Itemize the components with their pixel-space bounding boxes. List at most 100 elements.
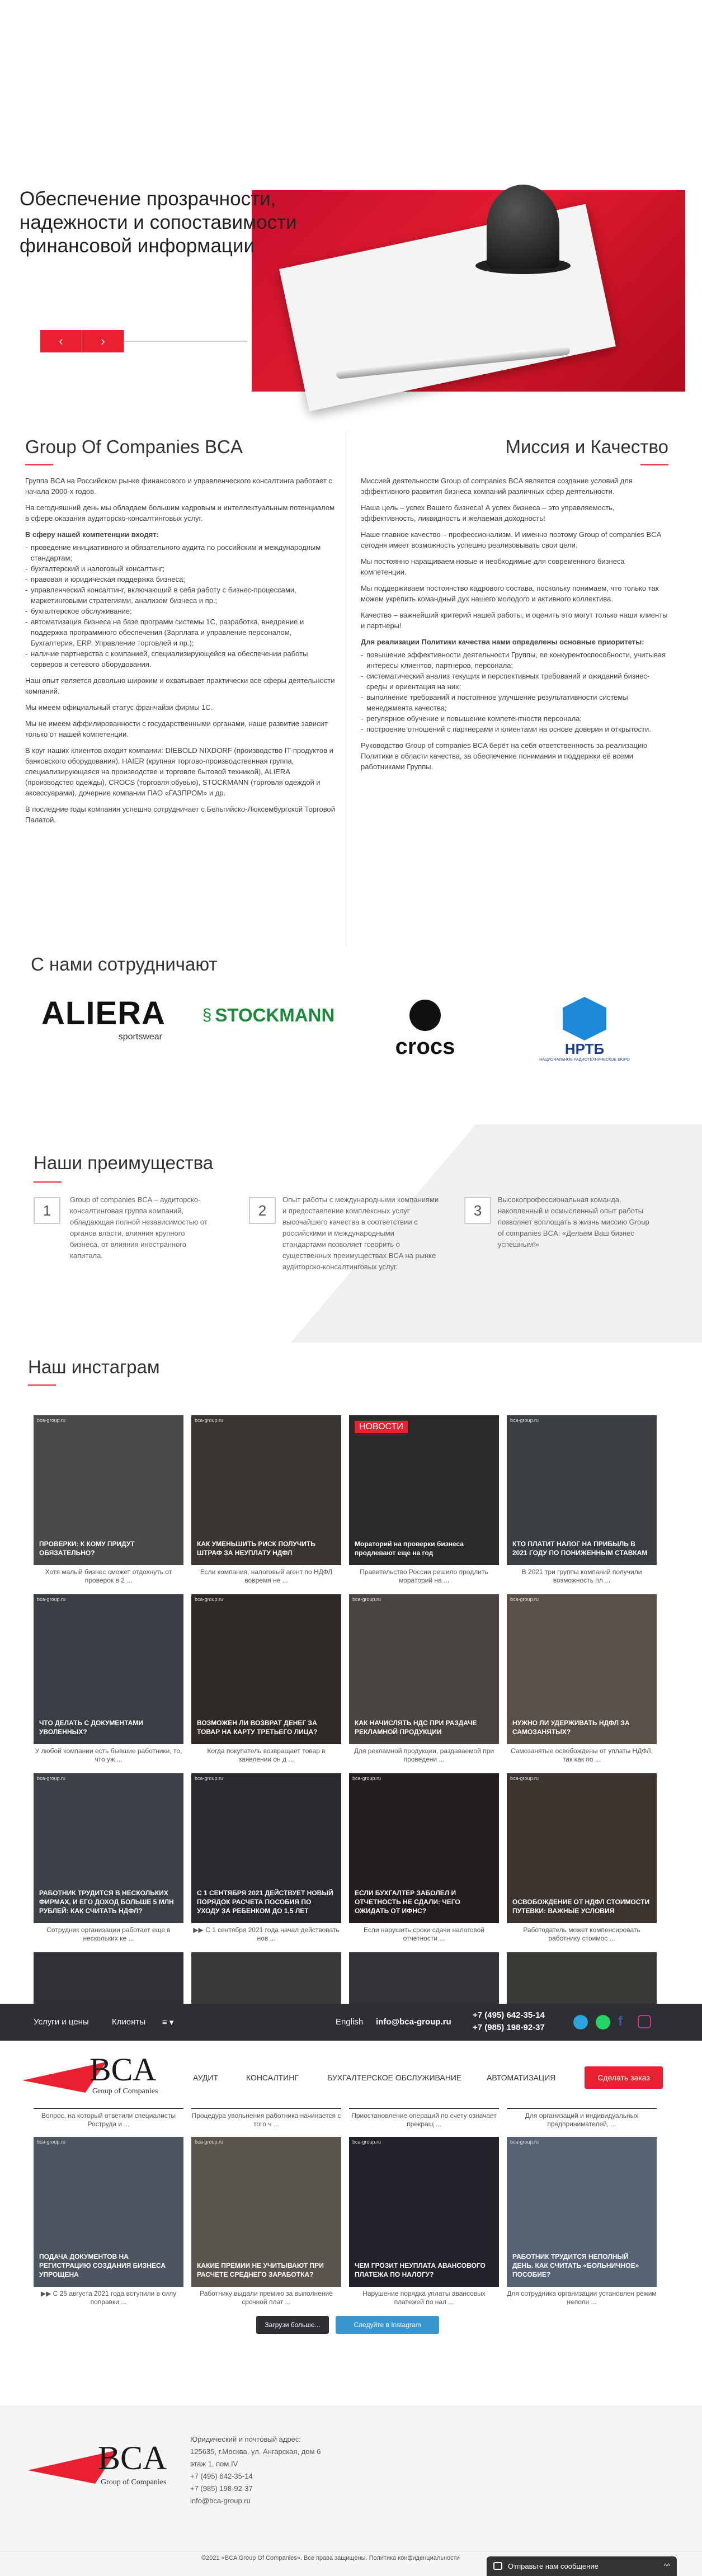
footer-logo[interactable]: BCA Group of Companies xyxy=(28,2436,179,2498)
hero-banner: Обеспечение прозрачности, надежности и с… xyxy=(0,0,702,436)
slider-next-button[interactable]: › xyxy=(82,330,124,352)
topbar-services-link[interactable]: Услуги и цены xyxy=(34,2017,89,2027)
instagram-post[interactable]: bca-group.ru ЧЕМ ГРОЗИТ НЕУПЛАТА АВАНСОВО… xyxy=(349,2137,499,2287)
nav-item-accounting[interactable]: БУХГАЛТЕРСКОЕ ОБСЛУЖИВАНИЕ xyxy=(327,2073,461,2082)
list-item: бухгалтерский и налоговый консалтинг; xyxy=(25,563,336,574)
post-caption: Когда покупатель возвращает товар в заяв… xyxy=(207,1747,326,1763)
site-logo[interactable]: BCA Group of Companies xyxy=(22,2051,168,2101)
footer-address-label: Юридический и почтовый адрес: xyxy=(190,2435,301,2443)
footer-phone2[interactable]: +7 (985) 198-92-37 xyxy=(190,2483,253,2495)
instagram-post[interactable]: НОВОСТИ Мораторий на проверки бизнеса про… xyxy=(349,1415,499,1565)
about-divider xyxy=(25,464,53,465)
partners-title: С нами сотрудничают xyxy=(31,954,218,974)
post-caption: В 2021 три группы компаний получили возм… xyxy=(521,1568,642,1584)
post-overlay-text: КАК НАЧИСЛЯТЬ НДС ПРИ РАЗДАЧЕ РЕКЛАМНОЙ … xyxy=(355,1719,477,1736)
follow-instagram-button[interactable]: Следуйте в Instagram xyxy=(336,2316,439,2334)
instagram-post[interactable]: bca-group.ru ПОДАЧА ДОКУМЕНТОВ НА РЕГИСТР… xyxy=(34,2137,183,2287)
post-caption: Приостановление операций по счету означа… xyxy=(351,2112,497,2128)
main-navigation: BCA Group of Companies АУДИТ КОНСАЛТИНГ … xyxy=(0,2041,702,2108)
partner-logo-aliera[interactable]: ALIERA sportswear xyxy=(34,990,173,1046)
stockmann-icon: § xyxy=(202,1006,212,1024)
post-caption: Если нарушить сроки сдачи налоговой отче… xyxy=(363,1926,484,1942)
partner-logo-stockmann[interactable]: § STOCKMANN xyxy=(190,996,347,1035)
nav-item-automation[interactable]: АВТОМАТИЗАЦИЯ xyxy=(487,2073,555,2082)
nrtb-logo-text: НРТБ xyxy=(564,1040,605,1057)
topbar-menu-icon[interactable]: ≡ ▾ xyxy=(162,2017,173,2027)
about-competence-title: В сферу нашей компетенции входят: xyxy=(25,530,159,539)
load-more-button[interactable]: Загрузи больше... xyxy=(256,2316,329,2334)
topbar-email[interactable]: info@bca-group.ru xyxy=(376,2017,451,2027)
footer-logo-subtitle: Group of Companies xyxy=(101,2478,167,2486)
instagram-post[interactable]: bca-group.ru РАБОТНИК ТРУДИТСЯ НЕПОЛНЫЙ Д… xyxy=(507,2137,657,2287)
about-p5: Мы не имеем аффилированности с государст… xyxy=(25,719,328,738)
post-overlay-text: КТО ПЛАТИТ НАЛОГ НА ПРИБЫЛЬ В 2021 ГОДУ … xyxy=(512,1540,648,1557)
post-caption: Вопрос, на который ответили специалисты … xyxy=(41,2112,176,2128)
instagram-post[interactable]: bca-group.ru ОСВОБОЖДЕНИЕ ОТ НДФЛ СТОИМОС… xyxy=(507,1773,657,1923)
top-bar: Услуги и цены Клиенты ≡ ▾ English info@b… xyxy=(0,2004,702,2041)
footer-phone1[interactable]: +7 (495) 642-35-14 xyxy=(190,2470,253,2483)
chat-expand-icon[interactable]: ^^ xyxy=(664,2556,670,2576)
topbar-phone2[interactable]: +7 (985) 198-92-37 xyxy=(473,2023,545,2032)
post-caption: Работнику выдали премию за выполнение ср… xyxy=(200,2290,333,2306)
language-switch[interactable]: English xyxy=(336,2017,363,2027)
post-caption: Правительство России решило продлить мор… xyxy=(360,1568,488,1584)
advantage-text-1: Group of companies BCA – аудиторско-конс… xyxy=(70,1195,208,1260)
chat-icon xyxy=(493,2562,502,2570)
facebook-icon[interactable]: f xyxy=(618,2014,623,2029)
post-caption: Сотрудник организации работает еще в нес… xyxy=(46,1926,171,1942)
instagram-post[interactable]: bca-group.ru РАБОТНИК ТРУДИТСЯ В НЕСКОЛЬК… xyxy=(34,1773,183,1923)
instagram-post[interactable]: bca-group.ru КАК НАЧИСЛЯТЬ НДС ПРИ РАЗДАЧ… xyxy=(349,1594,499,1744)
post-overlay-text: РАБОТНИК ТРУДИТСЯ В НЕСКОЛЬКИХ ФИРМАХ, И… xyxy=(39,1889,174,1915)
post-caption: Для организаций и индивидуальных предпри… xyxy=(525,2112,639,2128)
whatsapp-icon[interactable] xyxy=(596,2015,610,2029)
mission-section: Миссия и Качество Миссией деятельности G… xyxy=(361,436,668,778)
about-clients: В круг наших клиентов входит компании: D… xyxy=(25,746,333,797)
instagram-post[interactable]: bca-group.ru КТО ПЛАТИТ НАЛОГ НА ПРИБЫЛЬ … xyxy=(507,1415,657,1565)
about-p6: В последние годы компания успешно сотруд… xyxy=(25,805,335,824)
list-item: правовая и юридическая поддержка бизнеса… xyxy=(25,574,336,585)
post-caption: Хотя малый бизнес сможет отдохнуть от пр… xyxy=(45,1568,172,1584)
mission-text: Миссией деятельности Group of companies … xyxy=(361,475,668,772)
footer-address-line2: этаж 1, пом.IV xyxy=(190,2460,238,2468)
about-competence-list: проведение инициативного и обязательного… xyxy=(25,542,336,670)
aliera-logo-sub: sportswear xyxy=(118,1032,162,1042)
nav-item-consulting[interactable]: КОНСАЛТИНГ xyxy=(246,2073,299,2082)
partner-logo-crocs[interactable]: crocs xyxy=(369,993,481,1066)
footer-copyright: ©2021 «BCA Group Of Companies». Все прав… xyxy=(201,2555,460,2561)
list-item: автоматизация бизнеса на базе программ с… xyxy=(25,616,336,648)
topbar-phone1[interactable]: +7 (495) 642-35-14 xyxy=(473,2010,545,2020)
post-caption: Самозанятые освобождены от уплаты НДФЛ, … xyxy=(510,1747,653,1763)
instagram-post[interactable]: bca-group.ru КАКИЕ ПРЕМИИ НЕ УЧИТЫВАЮТ ПР… xyxy=(191,2137,341,2287)
topbar-clients-link[interactable]: Клиенты xyxy=(112,2017,145,2027)
aliera-logo-text: ALIERA xyxy=(41,995,166,1032)
nav-item-audit[interactable]: АУДИТ xyxy=(193,2073,218,2082)
instagram-post[interactable]: bca-group.ru ЧТО ДЕЛАТЬ С ДОКУМЕНТАМИ УВО… xyxy=(34,1594,183,1744)
list-item: регулярное обучение и повышение компетен… xyxy=(361,713,668,724)
advantage-number-3: 3 xyxy=(464,1197,491,1224)
instagram-post[interactable]: bca-group.ru ПРОВЕРКИ: К КОМУ ПРИДУТ ОБЯЗ… xyxy=(34,1415,183,1565)
about-p3: Наш опыт является довольно широким и охв… xyxy=(25,676,335,695)
about-title: Group Of Companies BCA xyxy=(25,436,243,457)
post-overlay-text: КАКИЕ ПРЕМИИ НЕ УЧИТЫВАЮТ ПРИ РАСЧЕТЕ СР… xyxy=(197,2262,324,2278)
telegram-icon[interactable] xyxy=(573,2015,588,2029)
instagram-icon[interactable] xyxy=(638,2015,651,2028)
crocs-logo-text: crocs xyxy=(395,1034,455,1059)
instagram-post[interactable]: bca-group.ru ВОЗМОЖЕН ЛИ ВОЗВРАТ ДЕНЕГ ЗА… xyxy=(191,1594,341,1744)
list-item: повышение эффективности деятельности Гру… xyxy=(361,649,668,671)
list-item: систематический анализ текущих и перспек… xyxy=(361,671,668,692)
post-overlay-text: ЕСЛИ БУХГАЛТЕР ЗАБОЛЕЛ И ОТЧЕТНОСТЬ НЕ С… xyxy=(355,1889,460,1915)
mission-divider xyxy=(640,464,668,465)
instagram-post[interactable]: bca-group.ru ЕСЛИ БУХГАЛТЕР ЗАБОЛЕЛ И ОТЧ… xyxy=(349,1773,499,1923)
partner-logo-nrtb[interactable]: НРТБ НАЦИОНАЛЬНОЕ РАДИОТЕХНИЧЕСКОЕ БЮРО xyxy=(537,990,632,1068)
slider-prev-button[interactable]: ‹ xyxy=(40,330,82,352)
mission-policy-title: Для реализации Политики качества нами оп… xyxy=(361,638,644,646)
order-button[interactable]: Сделать заказ xyxy=(585,2066,663,2089)
instagram-post[interactable]: bca-group.ru НУЖНО ЛИ УДЕРЖИВАТЬ НДФЛ ЗА … xyxy=(507,1594,657,1744)
post-overlay-text: КАК УМЕНЬШИТЬ РИСК ПОЛУЧИТЬ ШТРАФ ЗА НЕУ… xyxy=(197,1540,315,1557)
post-caption: У любой компании есть бывшие работники, … xyxy=(35,1747,182,1763)
footer-email[interactable]: info@bca-group.ru xyxy=(190,2495,251,2507)
crocs-icon xyxy=(409,999,441,1031)
chat-widget[interactable]: Отправьте нам сообщение ^^ xyxy=(487,2556,677,2576)
instagram-post[interactable]: bca-group.ru КАК УМЕНЬШИТЬ РИСК ПОЛУЧИТЬ … xyxy=(191,1415,341,1565)
instagram-post[interactable]: bca-group.ru С 1 СЕНТЯБРЯ 2021 ДЕЙСТВУЕТ … xyxy=(191,1773,341,1923)
